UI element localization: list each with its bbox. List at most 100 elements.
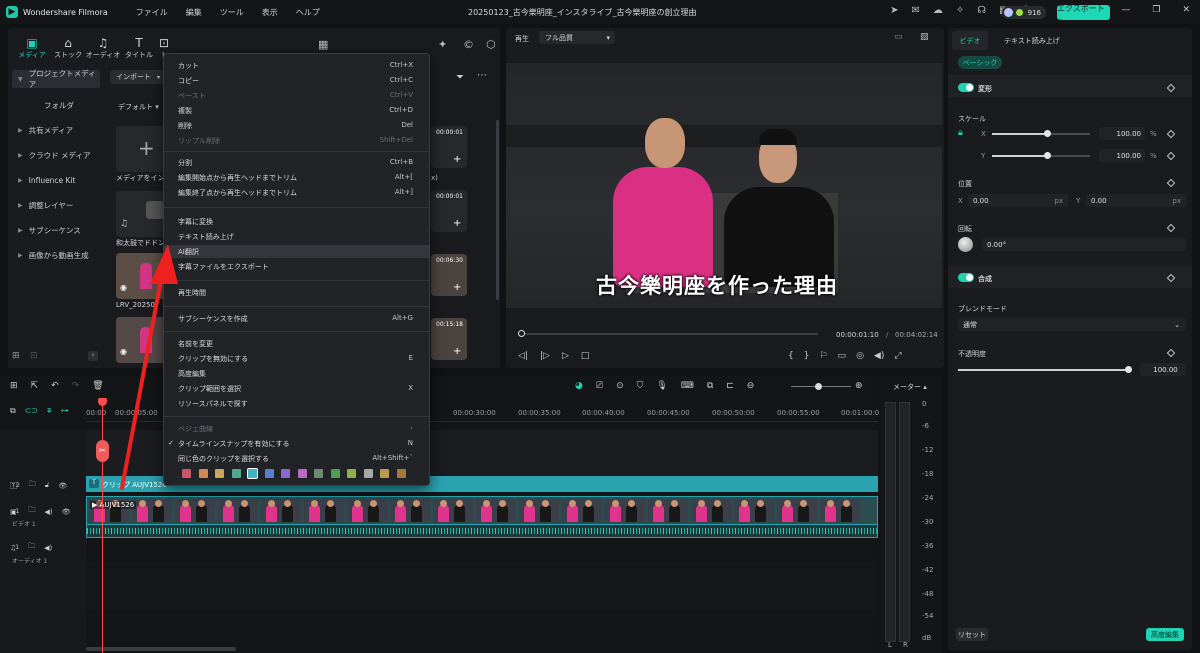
lock-icon[interactable]: 🔓︎ xyxy=(45,481,50,490)
color-swatch[interactable] xyxy=(347,469,356,478)
mic-icon[interactable]: 🎙︎ xyxy=(656,381,667,391)
menu-item[interactable]: カット xyxy=(178,61,199,71)
filters-icon[interactable]: © xyxy=(463,38,474,51)
snap-icon[interactable]: ⩨ xyxy=(47,406,52,416)
send-icon[interactable]: ➤ xyxy=(890,5,898,16)
camera-icon[interactable]: ◎ xyxy=(856,351,864,361)
sidebar-folder[interactable]: フォルダ xyxy=(12,96,100,114)
add-icon[interactable]: + xyxy=(453,154,461,165)
mute-icon[interactable]: ◀) xyxy=(44,508,52,516)
fullscreen-icon[interactable]: ⤢ xyxy=(894,351,901,361)
eye-icon[interactable]: 👁︎ xyxy=(58,482,67,490)
color-swatch[interactable] xyxy=(396,469,406,478)
tab-tts[interactable]: テキスト読み上げ xyxy=(1004,36,1060,46)
cloud-icon[interactable]: ☁ xyxy=(933,5,943,16)
sidebar-item-adjustment[interactable]: ▶ 調整レイヤー xyxy=(12,196,100,214)
scale-y-knob[interactable] xyxy=(1043,152,1051,159)
replace-icon[interactable]: ⧉ xyxy=(707,381,713,391)
menu-edit[interactable]: 編集 xyxy=(186,7,202,18)
keyframe-icon[interactable] xyxy=(1166,348,1176,358)
preview-scrubber[interactable] xyxy=(518,333,818,335)
volume-icon[interactable]: ◀) xyxy=(874,351,884,361)
restore-icon[interactable]: ❐ xyxy=(1152,5,1160,15)
add-track-icon[interactable]: ⧉ xyxy=(10,406,16,416)
sidebar-item-influence[interactable]: ▶ Influence Kit xyxy=(12,171,100,189)
advanced-edit-button[interactable]: 高度編集 xyxy=(1146,628,1184,641)
export-button[interactable]: エクスポート ⌄ xyxy=(1057,4,1110,23)
stop-icon[interactable]: □ xyxy=(581,351,590,361)
menu-item[interactable]: 編集終了点から再生ヘッドまでトリム xyxy=(178,188,297,198)
reset-button[interactable]: リセット xyxy=(956,628,988,641)
color-swatch[interactable] xyxy=(198,469,208,478)
color-swatch[interactable] xyxy=(380,469,389,478)
menu-item[interactable]: 削除 xyxy=(178,121,192,131)
effects-icon[interactable]: ✦ xyxy=(438,38,447,51)
opacity-input[interactable]: 100.00 xyxy=(1140,363,1186,376)
folder-icon[interactable]: ⊟ xyxy=(30,351,38,361)
display-icon[interactable]: ▭ xyxy=(838,351,847,361)
keyframe-icon[interactable] xyxy=(1166,129,1176,139)
color-swatch[interactable] xyxy=(281,469,290,478)
sidebar-item-image-to-video[interactable]: ▶ 画像から動画生成 xyxy=(12,246,100,264)
zoom-knob[interactable] xyxy=(815,383,822,390)
video-subtitle[interactable]: 古今樂明座を作った理由 xyxy=(596,270,838,300)
import-button[interactable]: インポート ▾ xyxy=(110,70,166,84)
minimize-icon[interactable]: — xyxy=(1121,5,1130,15)
safe-zone-icon[interactable]: ▭ xyxy=(894,32,903,42)
mark-out-icon[interactable]: } xyxy=(804,351,810,361)
menu-item[interactable]: 字幕ファイルをエクスポート xyxy=(178,262,269,272)
color-swatch[interactable] xyxy=(215,469,224,478)
select-tool-icon[interactable]: ⇱ xyxy=(31,381,39,391)
color-swatch[interactable] xyxy=(314,469,323,478)
video-clip[interactable]: ▶ AUJV1526 xyxy=(86,496,878,525)
zoom-out-icon[interactable]: ⊖ xyxy=(747,381,755,391)
media-thumb-1[interactable]: 00:00:01 + xyxy=(431,126,467,168)
close-icon[interactable]: ✕ xyxy=(1182,5,1190,15)
layout-icon[interactable]: ⊞ xyxy=(10,381,18,391)
speech-icon[interactable]: ⌨ xyxy=(681,381,694,391)
menu-help[interactable]: ヘルプ xyxy=(296,7,320,18)
rotation-input[interactable]: 0.00° xyxy=(982,238,1186,251)
folder-icon[interactable]: 🗀︎ xyxy=(28,506,35,517)
folder-icon[interactable]: 🗀︎ xyxy=(28,542,35,553)
fit-icon[interactable]: ⊏ xyxy=(726,381,734,391)
pos-x-input[interactable]: 0.00 px xyxy=(968,194,1068,207)
rotation-dial[interactable] xyxy=(958,237,973,252)
menu-item[interactable]: 同じ色のクリップを選択する xyxy=(178,454,269,464)
link-clip-icon[interactable]: ⊂⊃ xyxy=(25,406,38,416)
mark-in-icon[interactable]: { xyxy=(788,351,794,361)
keyframe-icon[interactable] xyxy=(1166,223,1176,233)
media-thumb-4[interactable]: 00:15:18 + xyxy=(431,318,467,360)
scale-y-input[interactable]: 100.00 xyxy=(1099,149,1145,162)
scale-x-input[interactable]: 100.00 xyxy=(1099,127,1145,140)
undo-icon[interactable]: ↶ xyxy=(51,381,59,391)
audio-waveform[interactable] xyxy=(86,525,878,538)
shield-icon[interactable]: ⛉ xyxy=(637,381,644,391)
play-icon[interactable]: ▷ xyxy=(562,351,569,361)
tab-title[interactable]: T タイトル xyxy=(119,36,159,60)
menu-file[interactable]: ファイル xyxy=(136,7,168,18)
sticker-icon[interactable]: ⬡ xyxy=(486,38,496,51)
menu-item[interactable]: 編集開始点から再生ヘッドまでトリム xyxy=(178,173,297,183)
ai-icon[interactable]: ◕ xyxy=(575,381,583,391)
menu-view[interactable]: 表示 xyxy=(262,7,278,18)
link-icon[interactable]: 🔒︎ xyxy=(958,128,963,138)
blend-mode-select[interactable]: 通常 ⌄ xyxy=(958,318,1186,331)
filter-icon[interactable]: ⏷ xyxy=(456,72,464,83)
sort-dropdown[interactable]: デフォルト ▾ xyxy=(118,102,159,112)
keyframe-icon[interactable] xyxy=(1166,151,1176,161)
folder-icon[interactable]: 🗀︎ xyxy=(29,480,36,491)
credits-badge[interactable]: 916 xyxy=(1002,6,1046,19)
more-icon[interactable]: ⋯ xyxy=(477,70,487,81)
feedback-icon[interactable]: ✉ xyxy=(911,5,919,16)
tab-video[interactable]: ビデオ xyxy=(952,31,988,50)
prev-frame-icon[interactable]: ◁| xyxy=(518,351,528,361)
transform-toggle[interactable] xyxy=(958,83,974,92)
menu-item[interactable]: 分割 xyxy=(178,158,192,168)
ripple-icon[interactable]: ⊶ xyxy=(61,406,69,416)
quality-dropdown[interactable]: フル品質 ▾ xyxy=(539,31,615,44)
composite-toggle[interactable] xyxy=(958,273,974,282)
render-icon[interactable]: ⎚ xyxy=(596,381,603,391)
redo-icon[interactable]: ↷ xyxy=(72,381,80,391)
menu-item[interactable]: 複製 xyxy=(178,106,192,116)
